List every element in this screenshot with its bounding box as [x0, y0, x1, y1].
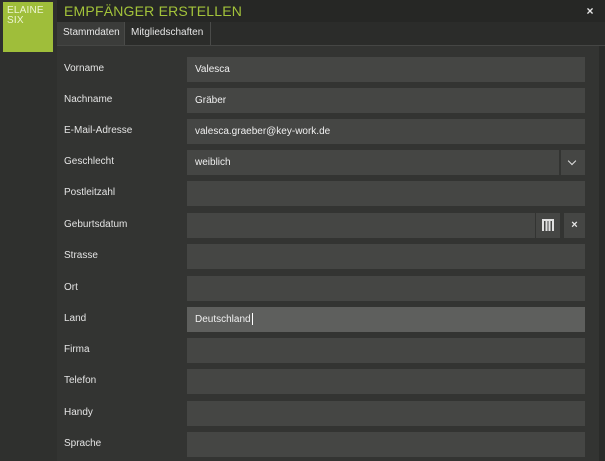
land-input[interactable]: Deutschland — [187, 307, 585, 332]
row-strasse: Strasse — [57, 244, 597, 269]
clear-date-button[interactable]: × — [564, 213, 585, 238]
close-icon: × — [571, 219, 578, 231]
label-geschlecht: Geschlecht — [64, 156, 115, 167]
firma-input[interactable] — [187, 338, 585, 363]
row-telefon: Telefon — [57, 369, 597, 394]
nachname-input[interactable]: Gräber — [187, 88, 585, 113]
sprache-input[interactable] — [187, 432, 585, 457]
date-picker-button[interactable] — [536, 213, 560, 238]
handy-input[interactable] — [187, 401, 585, 426]
tab-bar: Stammdaten Mitgliedschaften — [57, 22, 605, 46]
brand-line-2: SIX — [7, 15, 24, 26]
telefon-input[interactable] — [187, 369, 585, 394]
tab-mitgliedschaften[interactable]: Mitgliedschaften — [125, 22, 211, 45]
row-firma: Firma — [57, 338, 597, 363]
label-nachname: Nachname — [64, 94, 113, 105]
text-cursor — [251, 313, 253, 326]
email-input[interactable]: valesca.graeber@key-work.de — [187, 119, 585, 144]
brand-logo-tile[interactable]: ELAINE SIX — [3, 2, 53, 52]
label-geburtsdatum: Geburtsdatum — [64, 219, 128, 230]
chevron-down-icon — [567, 156, 577, 166]
close-dialog-button[interactable]: × — [581, 2, 599, 20]
calendar-icon — [542, 219, 554, 231]
row-nachname: Nachname Gräber — [57, 88, 597, 113]
row-geschlecht: Geschlecht weiblich — [57, 150, 597, 175]
label-vorname: Vorname — [64, 63, 105, 74]
label-sprache: Sprache — [64, 438, 102, 449]
row-sprache: Sprache — [57, 432, 597, 457]
geschlecht-select[interactable]: weiblich — [187, 150, 559, 175]
label-ort: Ort — [64, 282, 78, 293]
dialog-title: EMPFÄNGER ERSTELLEN — [64, 3, 243, 19]
strasse-input[interactable] — [187, 244, 585, 269]
row-geburtsdatum: Geburtsdatum × — [57, 213, 597, 238]
left-rail: ELAINE SIX — [0, 0, 57, 461]
land-value: Deutschland — [195, 314, 251, 325]
row-land: Land Deutschland — [57, 307, 597, 332]
row-plz: Postleitzahl — [57, 181, 597, 206]
ort-input[interactable] — [187, 276, 585, 301]
label-plz: Postleitzahl — [64, 187, 116, 198]
geburtsdatum-input[interactable] — [187, 213, 535, 238]
row-email: E-Mail-Adresse valesca.graeber@key-work.… — [57, 119, 597, 144]
label-email: E-Mail-Adresse — [64, 125, 133, 136]
label-telefon: Telefon — [64, 375, 97, 386]
create-recipient-dialog: EMPFÄNGER ERSTELLEN × Stammdaten Mitglie… — [57, 0, 605, 461]
geschlecht-dropdown-button[interactable] — [561, 150, 585, 175]
row-ort: Ort — [57, 276, 597, 301]
form-scrollbar[interactable] — [599, 46, 605, 461]
label-handy: Handy — [64, 407, 93, 418]
postleitzahl-input[interactable] — [187, 181, 585, 206]
label-strasse: Strasse — [64, 250, 98, 261]
row-vorname: Vorname Valesca — [57, 57, 597, 82]
label-firma: Firma — [64, 344, 90, 355]
label-land: Land — [64, 313, 87, 324]
tab-stammdaten[interactable]: Stammdaten — [57, 22, 125, 45]
row-handy: Handy — [57, 401, 597, 426]
vorname-input[interactable]: Valesca — [187, 57, 585, 82]
dialog-title-bar: EMPFÄNGER ERSTELLEN × — [57, 0, 605, 22]
